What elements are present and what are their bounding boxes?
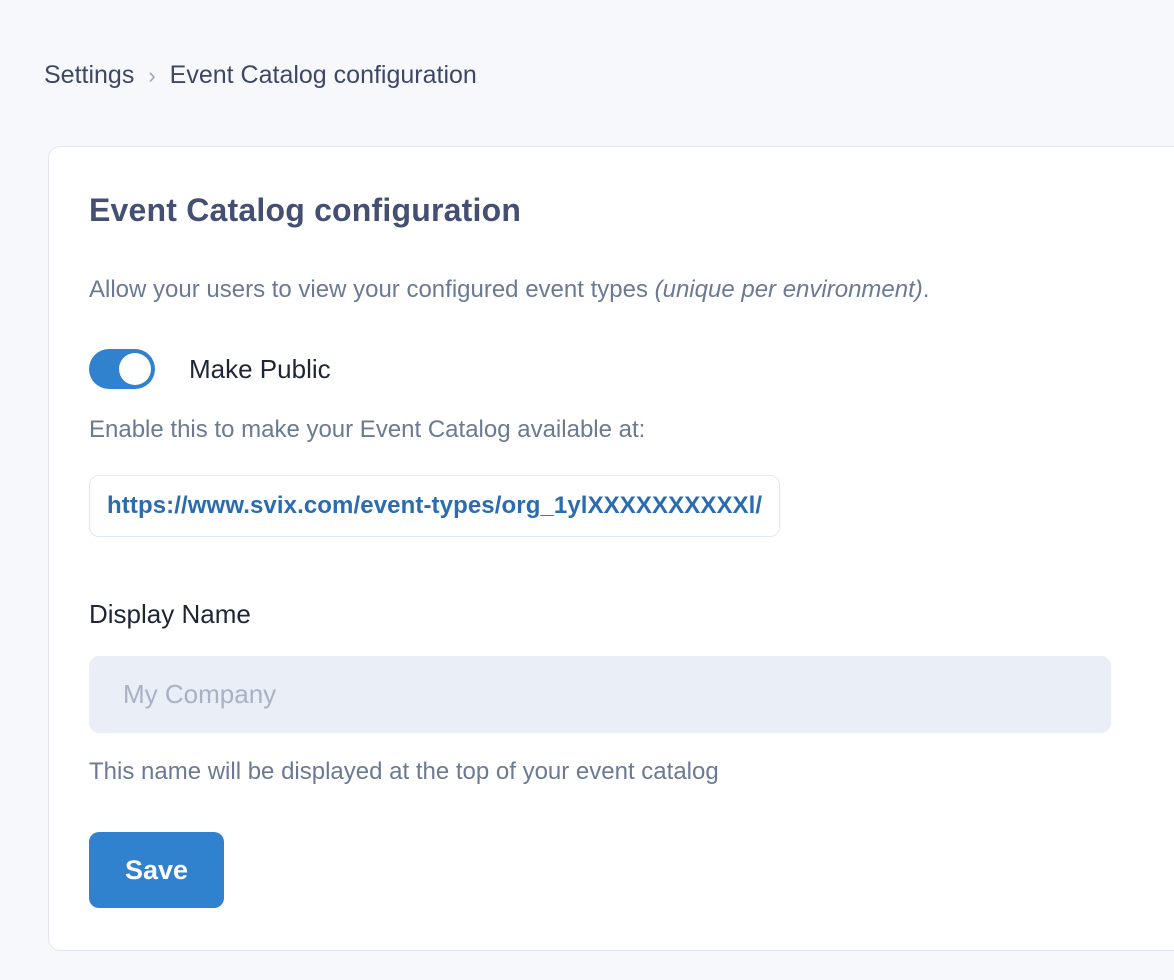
event-catalog-config-card: Event Catalog configuration Allow your u… xyxy=(48,146,1174,951)
card-description: Allow your users to view your configured… xyxy=(89,275,1174,305)
display-name-help-text: This name will be displayed at the top o… xyxy=(89,757,1174,787)
catalog-url-link[interactable]: https://www.svix.com/event-types/org_1yl… xyxy=(107,492,762,520)
chevron-right-icon: › xyxy=(148,58,155,92)
breadcrumb-item-settings[interactable]: Settings xyxy=(44,59,134,91)
display-name-label: Display Name xyxy=(89,599,1174,630)
make-public-row: Make Public xyxy=(89,349,1174,389)
save-button[interactable]: Save xyxy=(89,832,224,908)
card-description-italic: (unique per environment) xyxy=(655,276,923,303)
page-title: Event Catalog configuration xyxy=(89,191,1174,229)
enable-hint-text: Enable this to make your Event Catalog a… xyxy=(89,415,1174,445)
breadcrumb: Settings › Event Catalog configuration xyxy=(44,58,1174,92)
card-description-suffix: . xyxy=(923,276,930,303)
make-public-toggle[interactable] xyxy=(89,349,155,389)
display-name-input[interactable] xyxy=(89,656,1111,733)
make-public-label: Make Public xyxy=(189,354,331,385)
card-description-text: Allow your users to view your configured… xyxy=(89,276,655,303)
catalog-url-box: https://www.svix.com/event-types/org_1yl… xyxy=(89,475,780,537)
breadcrumb-item-current: Event Catalog configuration xyxy=(170,59,477,91)
toggle-knob-icon xyxy=(119,353,151,385)
